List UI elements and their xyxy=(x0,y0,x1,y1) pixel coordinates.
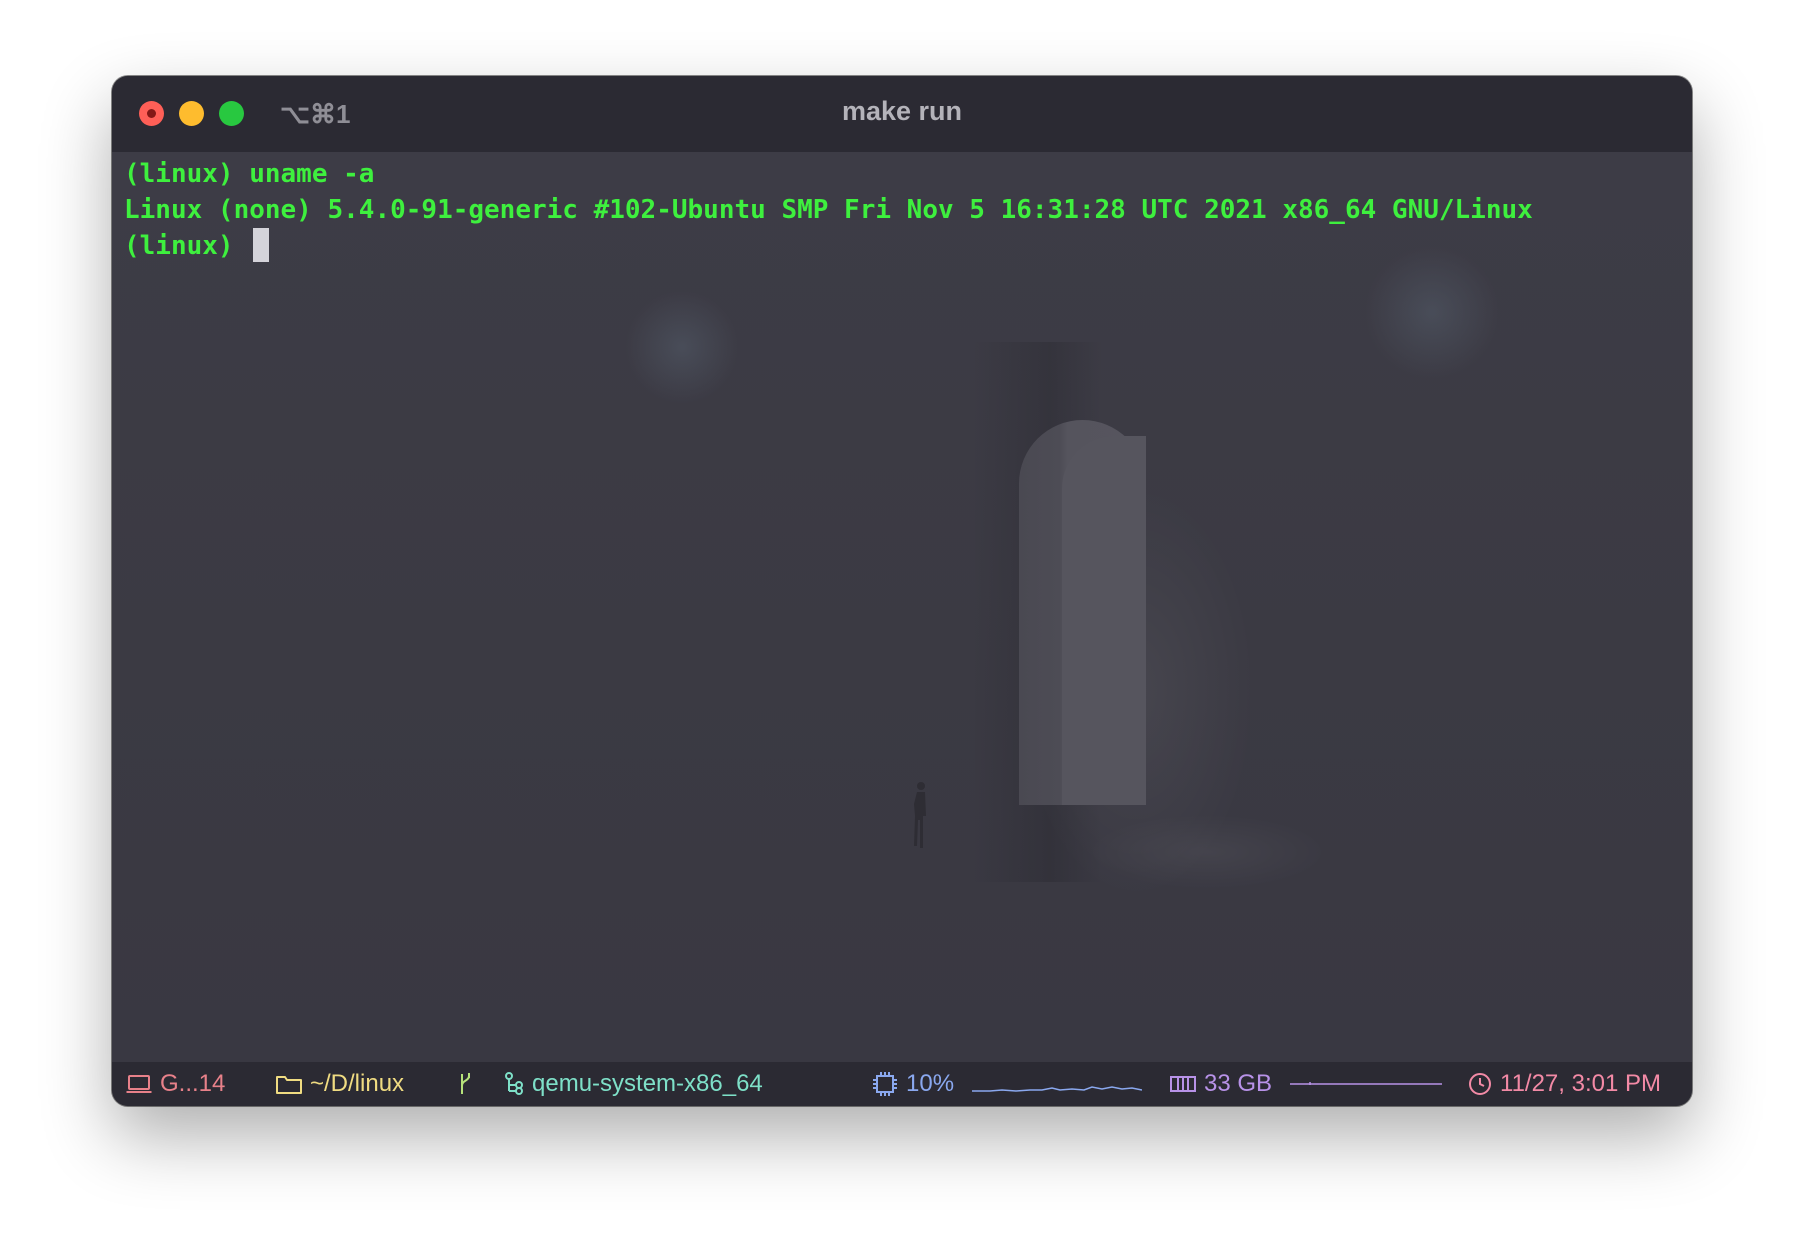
memory-sparkline xyxy=(1290,1082,1443,1085)
status-process[interactable]: qemu-system-x86_64 xyxy=(504,1062,763,1106)
text-cursor xyxy=(253,228,270,262)
cpu-label: 10% xyxy=(906,1070,955,1097)
status-memory[interactable]: 33 GB xyxy=(1170,1062,1443,1106)
terminal-window: ⌥⌘1 make run (linux) uname -a Linux (non… xyxy=(112,76,1692,1106)
status-cpu[interactable]: 10% xyxy=(872,1062,1143,1106)
git-branch-icon xyxy=(461,1073,470,1094)
memory-icon xyxy=(1170,1076,1196,1092)
directory-label: ~/D/linux xyxy=(310,1070,405,1097)
cpu-sparkline xyxy=(972,1086,1143,1092)
terminal-line-output: Linux (none) 5.4.0-91-generic #102-Ubunt… xyxy=(124,195,1533,225)
close-button[interactable] xyxy=(139,101,164,126)
status-bar: G...14 ~/D/linux qemu-system-x86_64 10% … xyxy=(112,1062,1692,1106)
zoom-button[interactable] xyxy=(219,101,244,126)
close-dot-icon xyxy=(147,109,156,118)
wallpaper-doorway-light xyxy=(1062,436,1146,805)
clock-icon xyxy=(1469,1073,1491,1095)
terminal-output: (linux) uname -a Linux (none) 5.4.0-91-g… xyxy=(124,156,1533,264)
title-bar[interactable]: ⌥⌘1 make run xyxy=(112,76,1692,152)
status-directory[interactable]: ~/D/linux xyxy=(276,1062,404,1106)
prompt-text: (linux) xyxy=(124,231,250,261)
process-tree-icon xyxy=(505,1072,523,1095)
clock-label: 11/27, 3:01 PM xyxy=(1500,1070,1661,1097)
cpu-chip-icon xyxy=(873,1072,897,1096)
terminal-line-command: (linux) uname -a xyxy=(124,159,375,189)
terminal-line-prompt: (linux) xyxy=(124,228,1533,264)
folder-icon xyxy=(276,1076,302,1094)
wallpaper-doorway xyxy=(1019,420,1146,805)
wallpaper-figure xyxy=(914,782,926,848)
terminal-area[interactable]: (linux) uname -a Linux (none) 5.4.0-91-g… xyxy=(112,152,1692,1062)
status-clock[interactable]: 11/27, 3:01 PM xyxy=(1468,1062,1661,1106)
tab-shortcut: ⌥⌘1 xyxy=(280,99,351,129)
host-label: G...14 xyxy=(160,1070,226,1097)
status-git[interactable] xyxy=(457,1062,473,1106)
memory-label: 33 GB xyxy=(1204,1070,1273,1097)
process-label: qemu-system-x86_64 xyxy=(532,1070,763,1097)
status-host[interactable]: G...14 xyxy=(126,1062,225,1106)
laptop-icon xyxy=(126,1075,152,1093)
minimize-button[interactable] xyxy=(179,101,204,126)
